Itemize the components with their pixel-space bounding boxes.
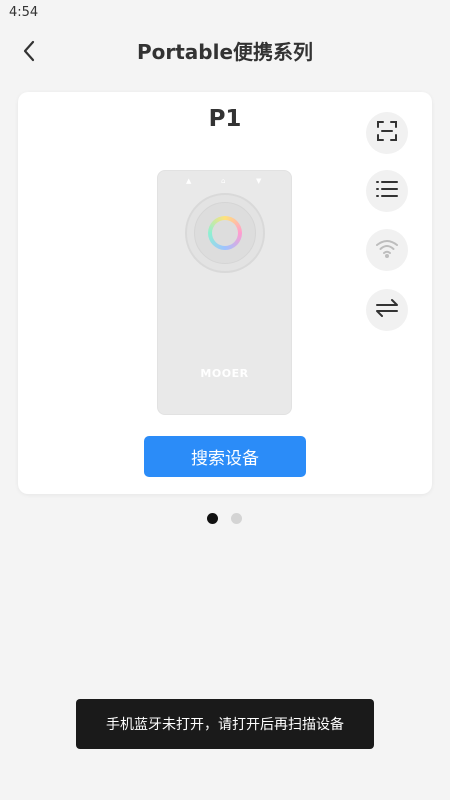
device-image: ▲ ⌂ ▼ MOOER xyxy=(157,170,292,415)
device-card: P1 ▲ ⌂ ▼ MOOER 搜索设备 xyxy=(18,92,432,494)
device-brand: MOOER xyxy=(200,367,249,380)
toast-message: 手机蓝牙未打开，请打开后再扫描设备 xyxy=(76,699,374,749)
wifi-button[interactable] xyxy=(366,229,408,271)
device-triangle-down: ▼ xyxy=(256,177,262,185)
search-device-button[interactable]: 搜索设备 xyxy=(144,436,306,477)
status-bar: 4:54 xyxy=(0,0,450,26)
led-ring xyxy=(208,216,242,250)
device-headphone-mark: ⌂ xyxy=(221,177,226,185)
swap-icon xyxy=(375,298,399,322)
scan-button[interactable] xyxy=(366,112,408,154)
page-title: Portable便携系列 xyxy=(136,40,314,64)
swap-button[interactable] xyxy=(366,289,408,331)
pager-dot-1[interactable] xyxy=(207,513,218,524)
device-triangle-up: ▲ xyxy=(186,177,192,185)
device-knob xyxy=(185,193,265,273)
wifi-icon xyxy=(375,238,399,262)
status-time: 4:54 xyxy=(9,5,39,20)
pager-dot-2[interactable] xyxy=(231,513,242,524)
list-button[interactable] xyxy=(366,170,408,212)
scan-icon xyxy=(376,120,398,146)
list-icon xyxy=(376,180,398,202)
